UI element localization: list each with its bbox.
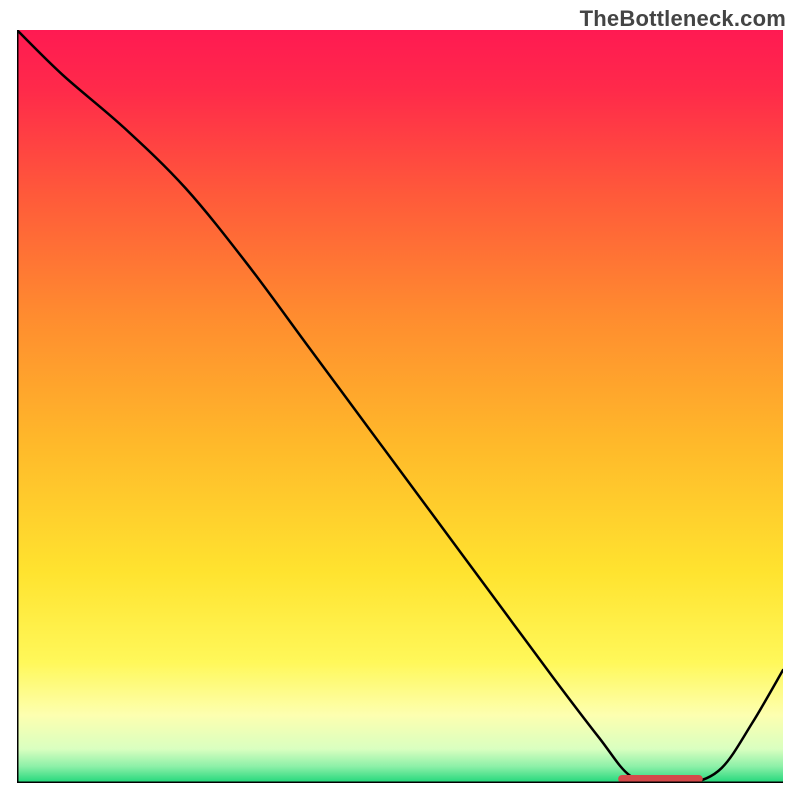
watermark-text: TheBottleneck.com [580,6,786,32]
gradient-background [17,30,783,783]
plot-area [17,30,783,783]
chart-svg [17,30,783,783]
chart-container: TheBottleneck.com [0,0,800,800]
